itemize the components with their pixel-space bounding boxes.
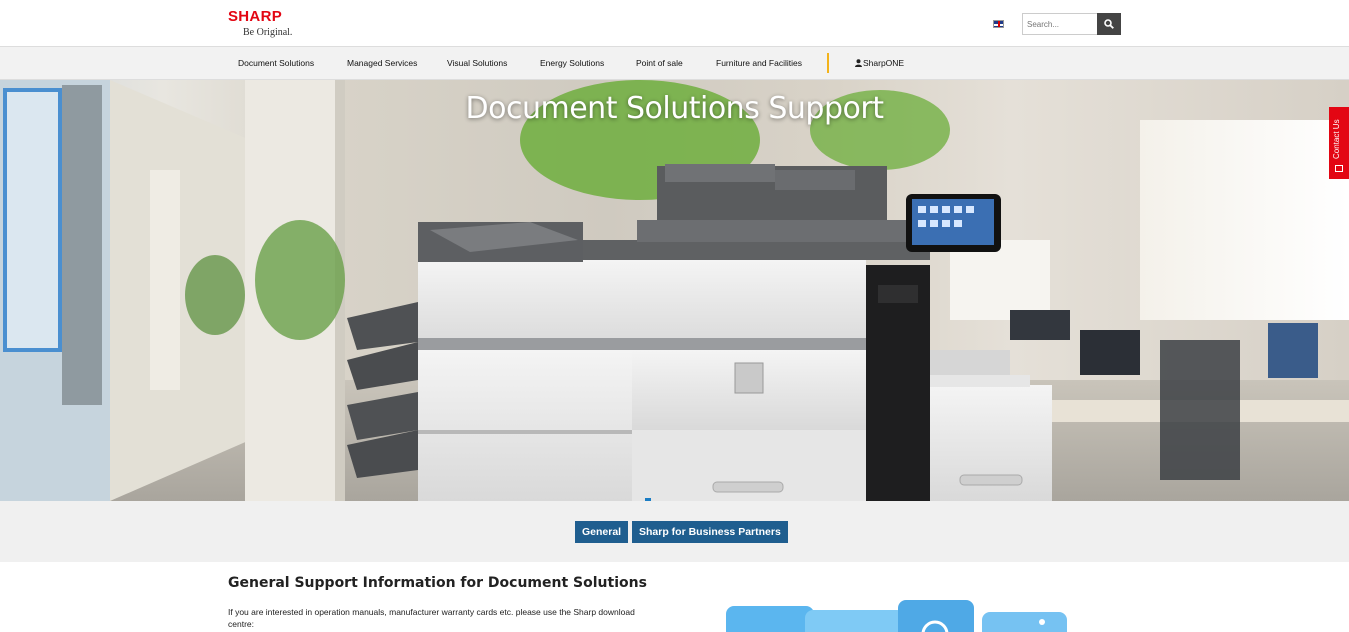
nav-item-sharpone[interactable]: SharpONE [855,58,904,68]
user-icon [855,59,862,67]
nav-item-furniture-facilities[interactable]: Furniture and Facilities [716,58,802,68]
tab-business-partners[interactable]: Sharp for Business Partners [632,521,788,543]
hero-title: Document Solutions Support [465,91,884,126]
nav-separator [827,53,829,73]
logo-wordmark: SHARP [228,8,283,25]
site-header: SHARP Be Original. [0,0,1349,47]
logo-tagline: Be Original. [243,27,293,38]
contact-us-tab[interactable]: Contact Us [1329,107,1349,179]
tab-general[interactable]: General [575,521,629,543]
search-button[interactable] [1097,13,1121,35]
hero-banner: Document Solutions Support [0,80,1349,501]
main-nav: Document Solutions Managed Services Visu… [0,47,1349,80]
contact-us-label: Contact Us [1332,119,1341,159]
download-centre-icon [726,600,1067,632]
sharp-logo[interactable]: SHARP Be Original. [228,9,308,41]
mail-icon [1335,165,1343,172]
nav-item-document-solutions[interactable]: Document Solutions [238,58,314,68]
support-tabs: General Sharp for Business Partners [0,501,1349,562]
uk-flag-icon[interactable] [993,20,1004,28]
nav-item-energy-solutions[interactable]: Energy Solutions [540,58,604,68]
search-input[interactable] [1022,13,1097,35]
hero-office-image [0,80,1349,501]
section-text: If you are interested in operation manua… [228,607,635,629]
nav-item-visual-solutions[interactable]: Visual Solutions [447,58,507,68]
nav-item-point-of-sale[interactable]: Point of sale [636,58,683,68]
search-icon [1104,19,1114,29]
nav-item-managed-services[interactable]: Managed Services [347,58,417,68]
nav-item-sharpone-label: SharpONE [863,58,905,68]
section-title: General Support Information for Document… [228,575,647,591]
